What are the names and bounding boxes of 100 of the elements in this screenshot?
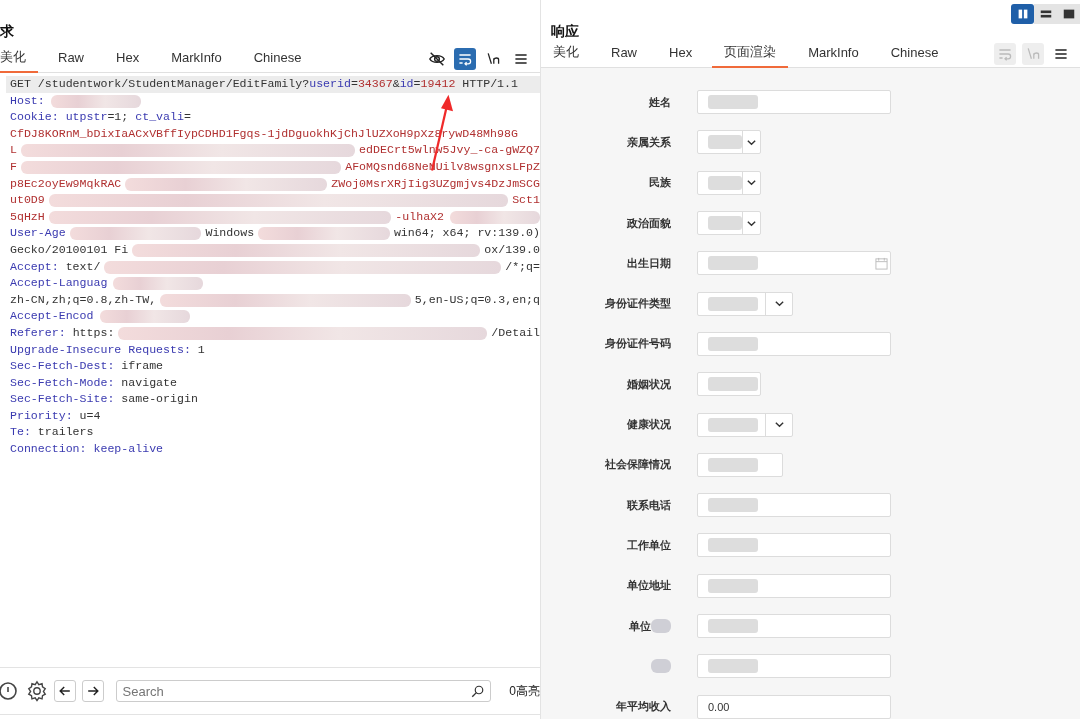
form-field[interactable]	[697, 90, 891, 115]
header-value: 1	[196, 341, 205, 358]
tab[interactable]: MarkInfo	[159, 45, 234, 73]
header-value: u=4	[78, 407, 101, 424]
param-value: -ulhaX2	[395, 208, 444, 225]
field-label: 政治面貌	[627, 215, 671, 231]
redaction-blur	[651, 659, 671, 674]
wrap-icon[interactable]	[454, 48, 476, 70]
tab[interactable]: 美化	[0, 45, 38, 73]
pane-title: 响应	[551, 23, 579, 39]
rows-view-icon[interactable]	[1034, 4, 1057, 24]
calendar-icon	[875, 256, 888, 270]
tab[interactable]: 美化	[541, 40, 591, 68]
form-field[interactable]	[697, 130, 761, 155]
form-field[interactable]	[697, 654, 891, 679]
form-field[interactable]	[697, 493, 891, 518]
header-name: Accept-Languag	[10, 275, 108, 292]
field-label: 婚姻状况	[627, 376, 671, 392]
redaction-blur	[708, 498, 758, 513]
header-value: text/	[64, 258, 101, 275]
field-label: 出生日期	[627, 255, 671, 271]
field-label: 身份证件类型	[605, 296, 671, 312]
header-value: zh-CN,zh;q=0.8,zh-TW,	[10, 291, 157, 308]
settings-icon[interactable]	[26, 680, 48, 702]
header-name: Sec-Fetch-Dest:	[10, 358, 115, 375]
param-value: Sct1	[512, 192, 540, 209]
header-name: Te:	[10, 424, 31, 441]
param-name: id	[399, 76, 414, 92]
header-value: same-origin	[120, 391, 198, 408]
param-value: L	[10, 142, 17, 159]
header-value: trailers	[36, 424, 94, 441]
form-field[interactable]	[697, 412, 793, 437]
header-value: /Detail	[491, 324, 540, 341]
header-name: Sec-Fetch-Mode:	[10, 374, 115, 391]
tab[interactable]: MarkInfo	[796, 40, 871, 68]
field-label: 社会保障情况	[605, 457, 671, 473]
tab[interactable]: Chinese	[241, 45, 314, 73]
header-value: https:	[71, 324, 115, 341]
header-value: &	[392, 76, 400, 92]
form-field[interactable]	[697, 573, 891, 598]
field-label: 单位	[629, 618, 651, 634]
forward-button[interactable]	[81, 680, 104, 702]
header-name: Cookie: utpstr	[10, 109, 108, 126]
field-label: 单位地址	[627, 578, 671, 594]
form-field[interactable]: 0.00	[697, 694, 891, 719]
redaction-blur	[708, 216, 742, 231]
redaction-blur	[651, 619, 671, 633]
chevron-down-icon	[773, 419, 785, 430]
tab[interactable]: Raw	[599, 40, 649, 68]
tab[interactable]: Hex	[657, 40, 705, 68]
field-label: 健康状况	[627, 417, 671, 432]
pane-title: 求	[0, 23, 14, 39]
tab[interactable]: Chinese	[878, 40, 951, 68]
header-name: Accept-Encod	[10, 308, 94, 325]
tab[interactable]: Raw	[46, 45, 96, 73]
header-name: Accept:	[10, 258, 59, 275]
field-label: 年平均收入	[616, 699, 671, 715]
param-value: p8Ec2oyEw9MqkRAC	[10, 175, 122, 192]
header-value: =	[183, 109, 191, 126]
header-value: navigate	[120, 374, 177, 391]
header-value: ox/139.0	[484, 241, 540, 258]
form-field[interactable]	[697, 251, 891, 276]
form-field[interactable]	[697, 372, 761, 397]
form-field[interactable]	[697, 291, 793, 316]
header-value: win64; x64; rv:139.0)	[393, 225, 540, 242]
redaction-blur	[708, 619, 758, 633]
single-view-icon[interactable]	[1057, 4, 1080, 24]
header-value: =	[350, 76, 358, 92]
form-field[interactable]	[697, 170, 761, 195]
header-value: Gecko/20100101 Fi	[10, 241, 129, 258]
redaction-blur	[708, 256, 758, 271]
redaction-blur	[708, 135, 742, 150]
form-field[interactable]	[697, 533, 891, 558]
tab[interactable]: Hex	[104, 45, 152, 73]
back-button[interactable]	[54, 680, 76, 702]
redaction-blur	[708, 659, 758, 674]
param-value: 5qHzH	[10, 208, 45, 225]
header-value: =	[413, 76, 421, 92]
header-value: 5,en-US;q=0.3,en;q	[414, 291, 540, 308]
header-name: Referer:	[10, 324, 66, 341]
form-field[interactable]	[697, 331, 891, 356]
field-label: 亲属关系	[627, 134, 671, 150]
redaction-blur	[708, 417, 758, 432]
header-value: Windows	[205, 225, 255, 242]
header-name: Connection: keep-alive	[10, 441, 164, 458]
form-field[interactable]	[697, 452, 783, 477]
search-field[interactable]: Search	[115, 680, 492, 702]
header-name: User-Age	[10, 225, 66, 242]
search-icon	[470, 684, 486, 699]
header-name: Priority:	[10, 407, 73, 424]
field-label: 姓名	[649, 94, 671, 110]
form-field[interactable]	[697, 614, 891, 638]
header-value: iframe	[120, 358, 164, 375]
header-name: ct_vali	[135, 109, 184, 126]
form-field[interactable]	[697, 211, 761, 236]
split-view-icon[interactable]	[1011, 4, 1034, 24]
header-name: Upgrade-Insecure Requests:	[10, 341, 191, 358]
redaction-blur	[708, 538, 758, 553]
header-name: Sec-Fetch-Site:	[10, 391, 115, 408]
header-value: GET /studentwork/StudentManager/EditFamily?	[10, 76, 310, 92]
